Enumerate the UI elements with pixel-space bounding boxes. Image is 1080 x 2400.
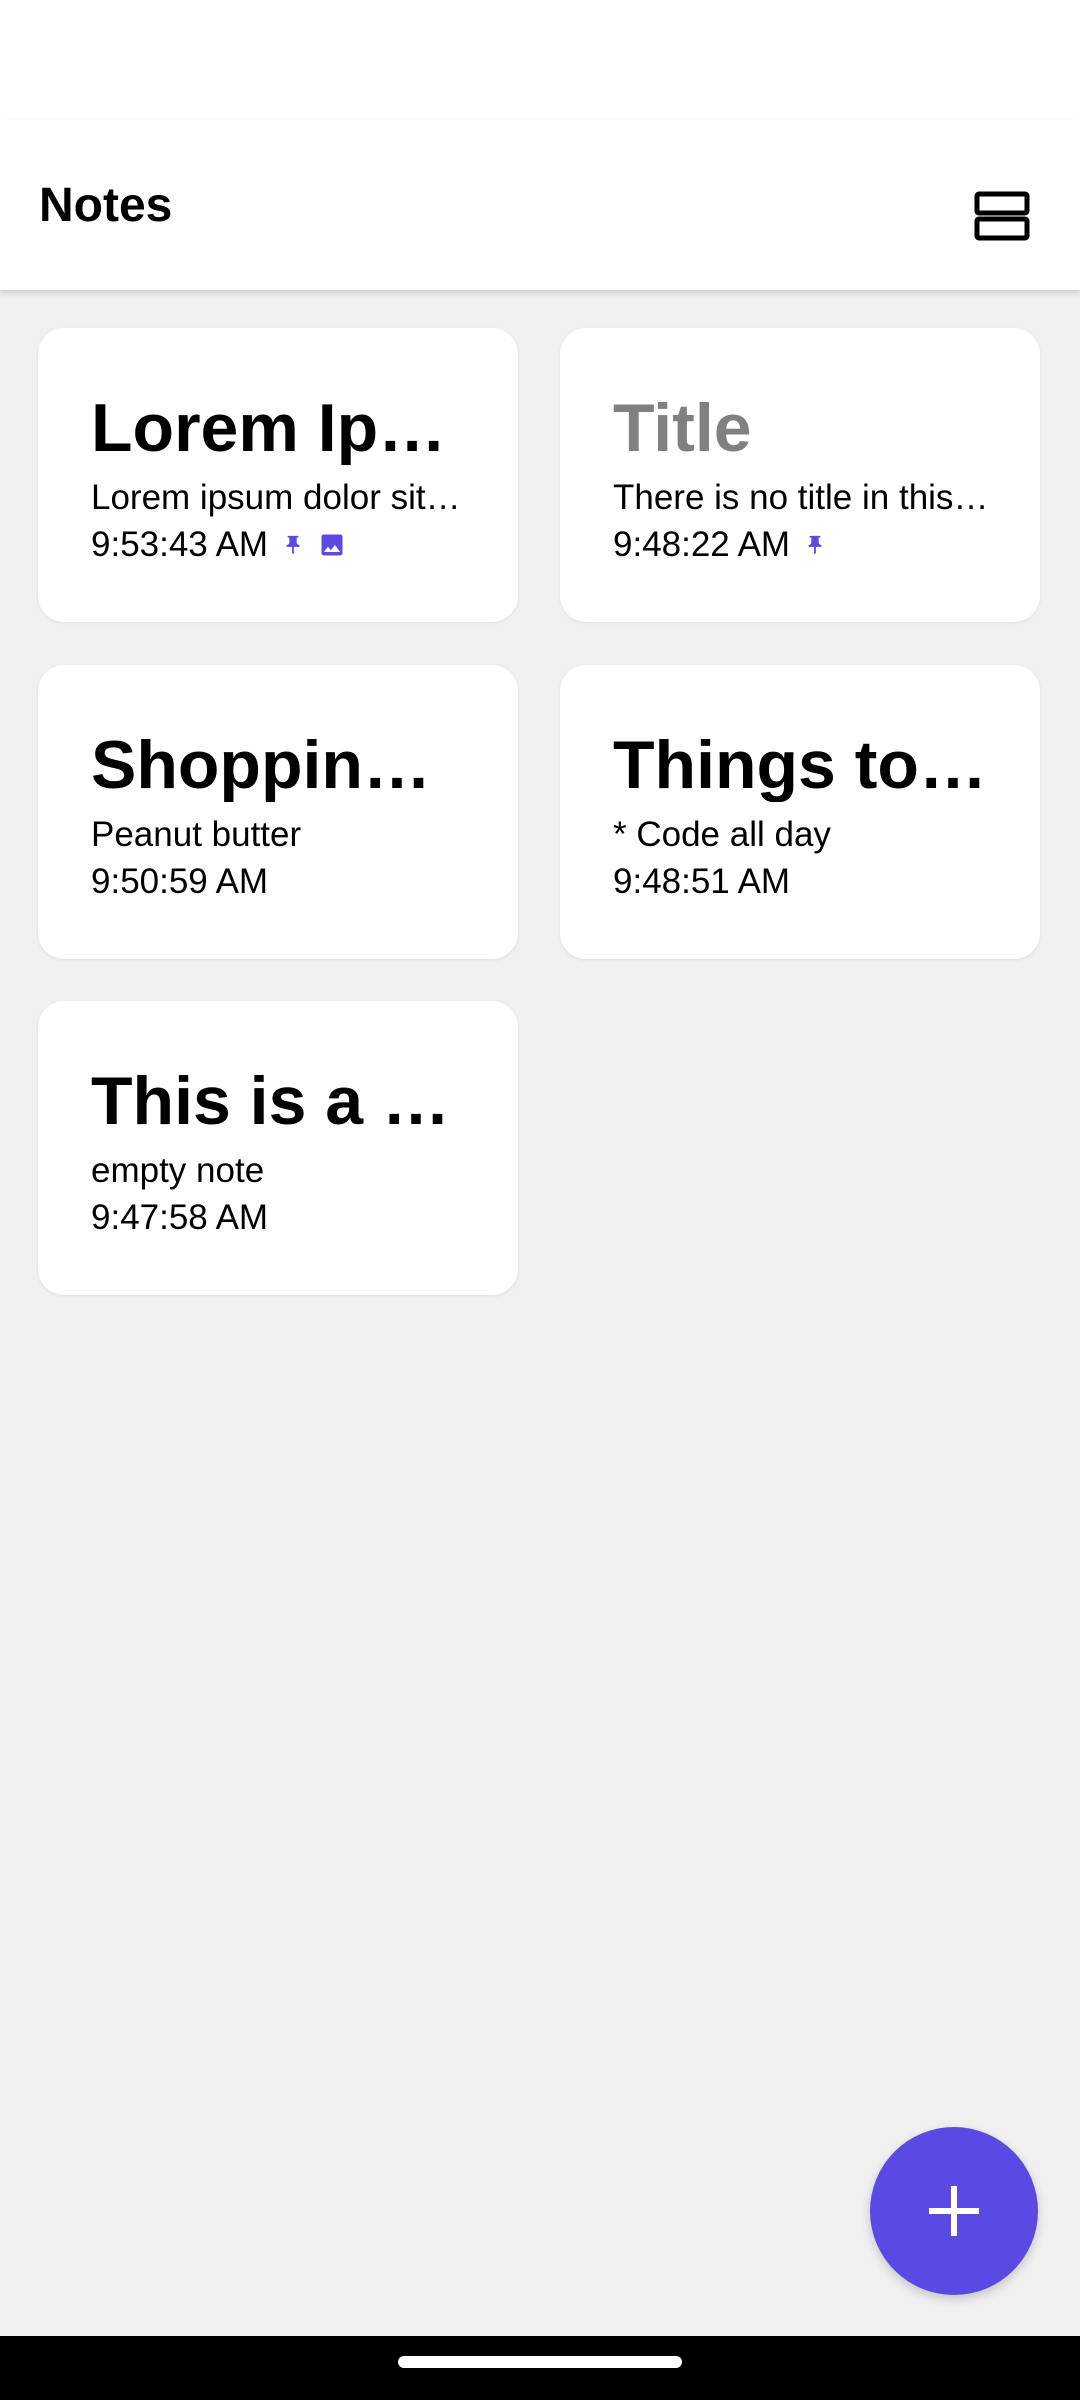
navigation-bar xyxy=(0,2336,1080,2400)
note-timestamp: 9:53:43 AM xyxy=(91,525,269,565)
note-preview: * Code all day xyxy=(613,815,831,855)
note-timestamp: 9:48:22 AM xyxy=(613,525,791,565)
note-preview: Lorem ipsum dolor sit amet xyxy=(91,478,468,518)
note-meta: 9:53:43 AM xyxy=(91,523,468,567)
note-preview: empty note xyxy=(91,1151,265,1191)
view-agenda-icon xyxy=(974,191,1030,241)
note-title: Lorem Ipsum xyxy=(91,392,468,466)
note-timestamp: 9:50:59 AM xyxy=(91,862,269,902)
note-title: Shopping list xyxy=(91,729,468,803)
note-timestamp: 9:48:51 AM xyxy=(613,862,791,902)
note-title: Title xyxy=(613,392,752,466)
note-card[interactable]: Lorem Ipsum Lorem ipsum dolor sit amet 9… xyxy=(38,328,518,622)
note-card[interactable]: Shopping list Peanut butter 9:50:59 AM xyxy=(38,665,518,959)
note-title: Things to do xyxy=(613,729,990,803)
home-gesture-handle[interactable] xyxy=(398,2356,682,2368)
note-preview: There is no title in this note xyxy=(613,478,990,518)
status-bar xyxy=(0,0,1080,120)
note-preview: Peanut butter xyxy=(91,815,302,855)
app-bar: Notes xyxy=(0,120,1080,290)
note-meta: 9:48:22 AM xyxy=(613,523,990,567)
note-meta: 9:48:51 AM xyxy=(613,860,990,904)
note-card[interactable]: Title There is no title in this note 9:4… xyxy=(560,328,1040,622)
note-timestamp: 9:47:58 AM xyxy=(91,1198,269,1238)
note-meta: 9:50:59 AM xyxy=(91,860,468,904)
pin-icon xyxy=(282,531,304,559)
note-card[interactable]: Things to do * Code all day 9:48:51 AM xyxy=(560,665,1040,959)
page-title: Notes xyxy=(39,179,173,232)
plus-icon xyxy=(929,2186,979,2236)
note-meta: 9:47:58 AM xyxy=(91,1196,468,1240)
image-icon xyxy=(318,531,346,559)
add-note-button[interactable] xyxy=(870,2127,1038,2295)
note-title: This is a title xyxy=(91,1065,468,1139)
view-toggle-button[interactable] xyxy=(962,176,1042,256)
note-card[interactable]: This is a title empty note 9:47:58 AM xyxy=(38,1001,518,1295)
pin-icon xyxy=(804,531,826,559)
